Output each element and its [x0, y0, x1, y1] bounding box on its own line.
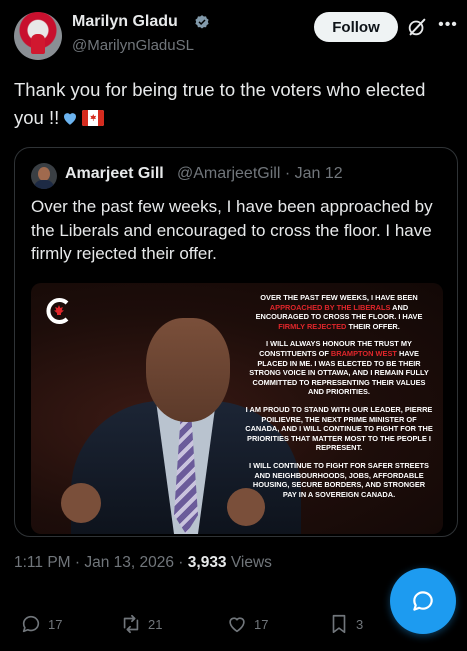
quoted-post-image[interactable]: OVER THE PAST FEW WEEKS, I HAVE BEEN APP… — [31, 283, 443, 534]
quoted-author-avatar[interactable] — [31, 163, 57, 189]
like-button[interactable]: 17 — [226, 612, 268, 636]
image-paragraph-3: I AM PROUD TO STAND WITH OUR LEADER, PIE… — [245, 404, 433, 453]
verified-badge-icon — [195, 15, 209, 29]
author-handle[interactable]: @MarilynGladuSL — [72, 37, 194, 54]
reply-count: 17 — [48, 616, 63, 632]
reply-button[interactable]: 17 — [20, 612, 62, 636]
author-avatar[interactable] — [14, 12, 62, 60]
grok-icon[interactable] — [406, 16, 428, 38]
post-text: Thank you for being true to the voters w… — [14, 76, 444, 132]
like-count: 17 — [254, 616, 269, 632]
blue-heart-emoji-icon — [64, 113, 77, 125]
quoted-author-name[interactable]: Amarjeet Gill — [65, 165, 164, 183]
follow-button[interactable]: Follow — [314, 12, 398, 42]
image-paragraph-2: I WILL ALWAYS HONOUR THE TRUST MY CONSTI… — [249, 339, 429, 397]
bookmark-button[interactable]: 3 — [328, 612, 363, 636]
repost-button[interactable]: 21 — [120, 612, 162, 636]
quoted-author-handle-date: @AmarjeetGill · Jan 12 — [177, 165, 343, 182]
conservative-logo-icon — [46, 298, 69, 324]
more-icon[interactable]: ••• — [436, 16, 460, 38]
speaker-left-hand — [61, 483, 101, 523]
post-meta: 1:11 PM · Jan 13, 2026 · 3,933 Views — [14, 554, 272, 572]
repost-icon — [123, 614, 139, 634]
bookmark-icon — [332, 614, 346, 634]
heart-icon — [229, 617, 245, 633]
repost-count: 21 — [148, 616, 163, 632]
image-paragraph-1: OVER THE PAST FEW WEEKS, I HAVE BEEN APP… — [255, 293, 423, 331]
image-paragraph-4: I WILL CONTINUE TO FIGHT FOR SAFER STREE… — [249, 460, 429, 499]
speaker-head — [146, 318, 230, 422]
image-statement-text: OVER THE PAST FEW WEEKS, I HAVE BEEN APP… — [245, 293, 433, 507]
canada-flag-emoji-icon — [82, 110, 105, 126]
author-name[interactable]: Marilyn Gladu — [72, 13, 178, 31]
quoted-post-text: Over the past few weeks, I have been app… — [31, 197, 433, 263]
reply-icon — [22, 615, 40, 633]
compose-reply-icon — [413, 591, 433, 611]
views-count: 3,933 — [187, 554, 227, 571]
compose-reply-button[interactable] — [390, 568, 456, 634]
quoted-post[interactable]: Amarjeet Gill @AmarjeetGill · Jan 12 Ove… — [14, 147, 458, 537]
views-label: Views — [226, 554, 272, 571]
bookmark-count: 3 — [356, 616, 364, 632]
post-timestamp[interactable]: 1:11 PM · Jan 13, 2026 · — [14, 554, 188, 571]
